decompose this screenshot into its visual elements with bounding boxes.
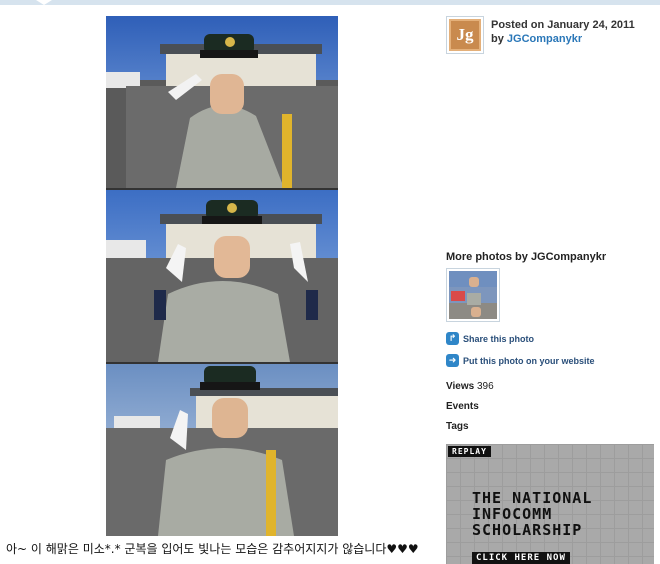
photo-caption: 아~ 이 해맑은 미소*.* 군복을 입어도 빛나는 모습은 감추어지지가 않습… (6, 542, 419, 556)
events-heading: Events (446, 401, 479, 412)
share-arrow-icon: ↱ (446, 332, 459, 345)
views-line: Views 396 (446, 381, 494, 392)
ad-replay-badge[interactable]: REPLAY (448, 446, 491, 457)
avatar-logo: Jg (449, 19, 481, 51)
photo-frame-3 (106, 364, 338, 536)
more-photos-title: More photos by JGCompanykr (446, 251, 607, 263)
embed-label: Put this photo on your website (463, 355, 595, 366)
views-label: Views (446, 381, 475, 392)
more-photos-thumbnail[interactable] (446, 268, 500, 322)
ad-cta-button[interactable]: CLICK HERE NOW (472, 552, 570, 564)
photo-frame-2-image (106, 190, 338, 362)
top-bar-notch (36, 0, 52, 5)
embed-photo-link[interactable]: ➜ Put this photo on your website (446, 354, 595, 367)
ad-title: THE NATIONAL INFOCOMM SCHOLARSHIP (472, 490, 592, 538)
ad-title-line-2: INFOCOMM (472, 505, 553, 523)
by-prefix: by (491, 33, 504, 45)
author-link[interactable]: JGCompanykr (507, 33, 582, 45)
main-photo[interactable] (106, 16, 338, 536)
embed-arrow-icon: ➜ (446, 354, 459, 367)
photo-frame-3-image (106, 364, 338, 536)
ad-banner[interactable]: REPLAY THE NATIONAL INFOCOMM SCHOLARSHIP… (446, 444, 654, 564)
author-avatar[interactable]: Jg (446, 16, 484, 54)
views-count: 396 (476, 381, 494, 392)
ad-title-line-3: SCHOLARSHIP (472, 521, 583, 539)
photo-frame-1-image (106, 16, 338, 188)
photo-frame-2 (106, 190, 338, 362)
tags-heading: Tags (446, 421, 469, 432)
thumbnail-image (449, 271, 497, 319)
posted-date: Posted on January 24, 2011 (491, 19, 635, 31)
byline: by JGCompanykr (491, 33, 582, 45)
share-label: Share this photo (463, 333, 535, 344)
top-bar (0, 0, 660, 5)
photo-frame-1 (106, 16, 338, 188)
ad-title-line-1: THE NATIONAL (472, 489, 593, 507)
share-photo-link[interactable]: ↱ Share this photo (446, 332, 534, 345)
